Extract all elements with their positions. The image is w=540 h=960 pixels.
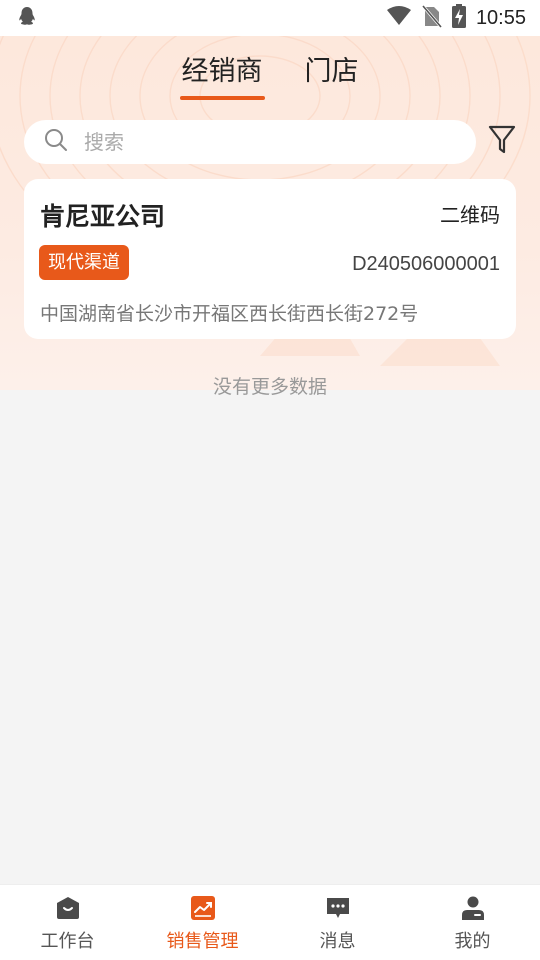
status-bar: 10:55 [0, 0, 540, 36]
nav-messages-label: 消息 [319, 931, 356, 952]
nav-workbench[interactable]: 工作台 [0, 885, 135, 960]
dealer-code: D240506000001 [352, 253, 500, 275]
top-tabs: 经销商 门店 [0, 52, 540, 100]
no-sim-icon [421, 4, 443, 32]
screen: 10:55 经销商 门店 搜索 肯尼亚公司 二维码 现代渠道 D24050600… [0, 0, 540, 960]
dealer-card[interactable]: 肯尼亚公司 二维码 现代渠道 D240506000001 中国湖南省长沙市开福区… [24, 179, 516, 339]
dealer-address: 中国湖南省长沙市开福区西长街西长街272号 [40, 303, 419, 325]
nav-messages[interactable]: 消息 [270, 885, 405, 960]
dealer-name: 肯尼亚公司 [40, 202, 166, 231]
channel-tag: 现代渠道 [39, 245, 129, 280]
nav-workbench-label: 工作台 [40, 931, 95, 952]
list-end-text: 没有更多数据 [212, 376, 327, 398]
search-icon [44, 128, 68, 156]
tab-dealer[interactable]: 经销商 [179, 52, 265, 100]
tab-store[interactable]: 门店 [303, 52, 361, 96]
nav-profile[interactable]: 我的 [405, 885, 540, 960]
search-row [24, 119, 518, 165]
bottom-nav: 工作台 销售管理 消息 我的 [0, 884, 540, 960]
profile-icon [460, 895, 486, 921]
status-time: 10:55 [475, 6, 526, 29]
qr-code-link[interactable]: 二维码 [440, 199, 500, 228]
message-icon [325, 895, 351, 921]
filter-icon [488, 124, 516, 160]
wifi-icon [386, 5, 412, 31]
sales-chart-icon [190, 895, 216, 921]
search-box[interactable] [24, 120, 476, 164]
workbench-icon [55, 895, 81, 921]
search-input[interactable] [84, 130, 444, 154]
battery-charging-icon [451, 4, 466, 32]
nav-sales-label: 销售管理 [166, 931, 239, 952]
nav-profile-label: 我的 [454, 931, 491, 952]
qq-icon [16, 5, 38, 31]
nav-sales[interactable]: 销售管理 [135, 885, 270, 960]
filter-button[interactable] [486, 124, 518, 160]
